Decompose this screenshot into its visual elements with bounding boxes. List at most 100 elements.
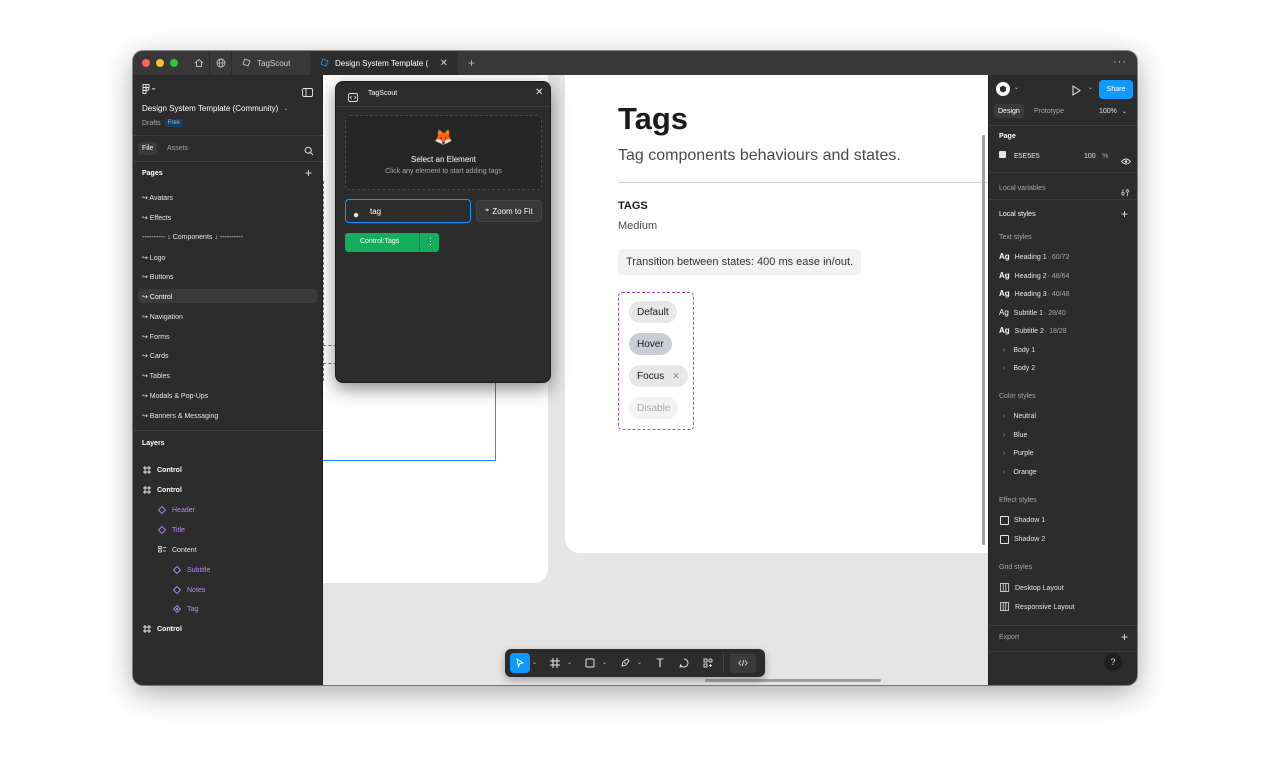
- page-opacity-value[interactable]: 100: [1084, 153, 1096, 160]
- select-element-dropzone[interactable]: 🦊 Select an Element Click any element to…: [345, 115, 542, 190]
- eye-icon[interactable]: [1120, 152, 1132, 170]
- main-menu-icon[interactable]: [142, 84, 156, 96]
- page-item[interactable]: ↪ Effects: [142, 214, 171, 222]
- layer-row[interactable]: Content: [158, 541, 197, 559]
- page-item[interactable]: ↪ Banners & Messaging: [142, 412, 218, 420]
- present-icon[interactable]: [1071, 83, 1081, 101]
- local-variables-label[interactable]: Local variables: [999, 185, 1046, 192]
- resources-tool-icon[interactable]: [698, 653, 718, 673]
- comment-tool-icon[interactable]: [674, 653, 694, 673]
- layer-row[interactable]: Notes: [172, 581, 205, 599]
- page-item[interactable]: ↪ Modals & Pop-Ups: [142, 392, 208, 400]
- avatar[interactable]: [996, 82, 1010, 96]
- add-page-icon[interactable]: +: [305, 166, 312, 180]
- page-item[interactable]: ↪ Logo: [142, 254, 165, 262]
- grid-style-item[interactable]: Desktop Layout: [1000, 583, 1064, 594]
- horizontal-scrollbar[interactable]: [705, 679, 881, 682]
- text-tool-icon[interactable]: T: [650, 653, 670, 673]
- search-input[interactable]: tag: [345, 199, 471, 223]
- close-icon[interactable]: ✕: [672, 371, 680, 382]
- page-item[interactable]: ↪ Cards: [142, 352, 168, 360]
- tab-tagscout[interactable]: TagScout: [232, 51, 310, 75]
- page-item[interactable]: ↪ Buttons: [142, 273, 174, 281]
- text-style-item[interactable]: Ag Heading 3 · 40/48: [999, 289, 1069, 298]
- frame-tags[interactable]: Tags Tag components behaviours and state…: [565, 75, 988, 553]
- layer-row[interactable]: Subtitle: [172, 561, 210, 579]
- tag-focus[interactable]: Focus ✕: [629, 365, 688, 387]
- color-style-group[interactable]: › Orange: [1003, 469, 1037, 476]
- share-button[interactable]: Share: [1099, 80, 1133, 99]
- file-title[interactable]: Design System Template (Community) ⌄: [142, 104, 288, 113]
- close-tab-icon[interactable]: ✕: [440, 58, 448, 69]
- layer-row[interactable]: Tag: [172, 600, 198, 618]
- text-style-item[interactable]: Ag Heading 1 · 60/72: [999, 252, 1069, 261]
- page-item[interactable]: ↪ Tables: [142, 372, 170, 380]
- close-window-button[interactable]: [142, 59, 150, 67]
- drafts-label[interactable]: Drafts: [142, 120, 161, 127]
- percent-symbol: %: [1102, 153, 1109, 160]
- help-button[interactable]: ?: [1104, 653, 1122, 671]
- effect-style-item[interactable]: Shadow 2: [1000, 535, 1045, 544]
- effect-style-item[interactable]: Shadow 1: [1000, 516, 1045, 525]
- color-style-group[interactable]: › Neutral: [1003, 413, 1036, 420]
- text-style-item[interactable]: Ag Heading 2 · 48/64: [999, 271, 1069, 280]
- color-style-group[interactable]: › Purple: [1003, 450, 1034, 457]
- page-color-value[interactable]: E5E5E5: [1014, 153, 1040, 160]
- text-style-name: Heading 1: [1014, 254, 1047, 261]
- add-export-icon[interactable]: +: [1121, 630, 1128, 644]
- tab-file[interactable]: File: [138, 142, 158, 155]
- dev-mode-icon[interactable]: [730, 653, 756, 673]
- tag-default[interactable]: Default: [629, 301, 677, 323]
- home-icon[interactable]: [188, 51, 210, 75]
- layer-row[interactable]: Control: [143, 461, 182, 479]
- chevron-down-icon[interactable]: ⌄: [1014, 84, 1019, 91]
- rectangle-tool-icon[interactable]: [580, 653, 600, 673]
- page-item[interactable]: ---------- ↓ Components ↓ ----------: [142, 234, 243, 241]
- canvas[interactable]: Tags Tag components behaviours and state…: [323, 75, 988, 685]
- maximize-window-button[interactable]: [170, 59, 178, 67]
- search-icon[interactable]: [304, 143, 314, 161]
- page-item[interactable]: ↪ Avatars: [142, 194, 173, 202]
- new-tab-icon[interactable]: +: [468, 56, 475, 70]
- color-style-group[interactable]: › Blue: [1003, 432, 1027, 439]
- tab-design-system[interactable]: Design System Template (Comm ✕: [310, 51, 458, 75]
- zoom-dropdown[interactable]: 100% ⌄: [1099, 108, 1127, 115]
- layer-row[interactable]: Title: [157, 521, 185, 539]
- minimize-window-button[interactable]: [156, 59, 164, 67]
- layer-row[interactable]: Control: [143, 481, 182, 499]
- move-tool-icon[interactable]: [510, 653, 530, 673]
- chevron-down-icon[interactable]: ⌄: [637, 659, 642, 666]
- more-options-icon[interactable]: ⋮: [426, 236, 435, 247]
- tag-chip-control-tags[interactable]: Control:Tags ⋮: [345, 233, 439, 252]
- more-options-icon[interactable]: ···: [1113, 56, 1127, 68]
- tab-design[interactable]: Design: [994, 104, 1024, 118]
- chevron-down-icon[interactable]: ⌄: [567, 659, 572, 666]
- zoom-to-fit-button[interactable]: ⌖ Zoom to Fit: [476, 200, 542, 222]
- close-icon[interactable]: ✕: [535, 87, 543, 98]
- text-style-item[interactable]: Ag Subtitle 1 · 28/40: [999, 308, 1066, 317]
- globe-icon[interactable]: [210, 51, 232, 75]
- page-color-swatch[interactable]: [999, 151, 1006, 158]
- page-item[interactable]: ↪ Navigation: [142, 313, 183, 321]
- divider: [723, 653, 724, 673]
- chevron-down-icon[interactable]: ⌄: [532, 659, 537, 666]
- text-style-item[interactable]: Ag Subtitle 2 · 18/28: [999, 326, 1067, 335]
- page-item-selected[interactable]: ↪ Control: [138, 289, 318, 303]
- vertical-scrollbar[interactable]: [982, 135, 985, 545]
- tag-component-set[interactable]: Default Hover Focus ✕ Disable: [618, 292, 694, 430]
- chevron-down-icon[interactable]: ⌄: [1088, 84, 1093, 91]
- text-style-group[interactable]: › Body 1: [1003, 347, 1035, 354]
- tab-prototype[interactable]: Prototype: [1034, 108, 1064, 115]
- tag-hover[interactable]: Hover: [629, 333, 672, 355]
- grid-style-item[interactable]: Responsive Layout: [1000, 602, 1075, 613]
- layer-row[interactable]: Header: [157, 501, 195, 519]
- frame-tool-icon[interactable]: [545, 653, 565, 673]
- pen-tool-icon[interactable]: [615, 653, 635, 673]
- chevron-down-icon[interactable]: ⌄: [602, 659, 607, 666]
- page-item[interactable]: ↪ Forms: [142, 333, 170, 341]
- add-style-icon[interactable]: +: [1121, 207, 1128, 221]
- layer-row[interactable]: Control: [143, 620, 182, 638]
- tab-assets[interactable]: Assets: [167, 145, 188, 152]
- toggle-sidebar-icon[interactable]: [302, 84, 313, 102]
- text-style-group[interactable]: › Body 2: [1003, 365, 1035, 372]
